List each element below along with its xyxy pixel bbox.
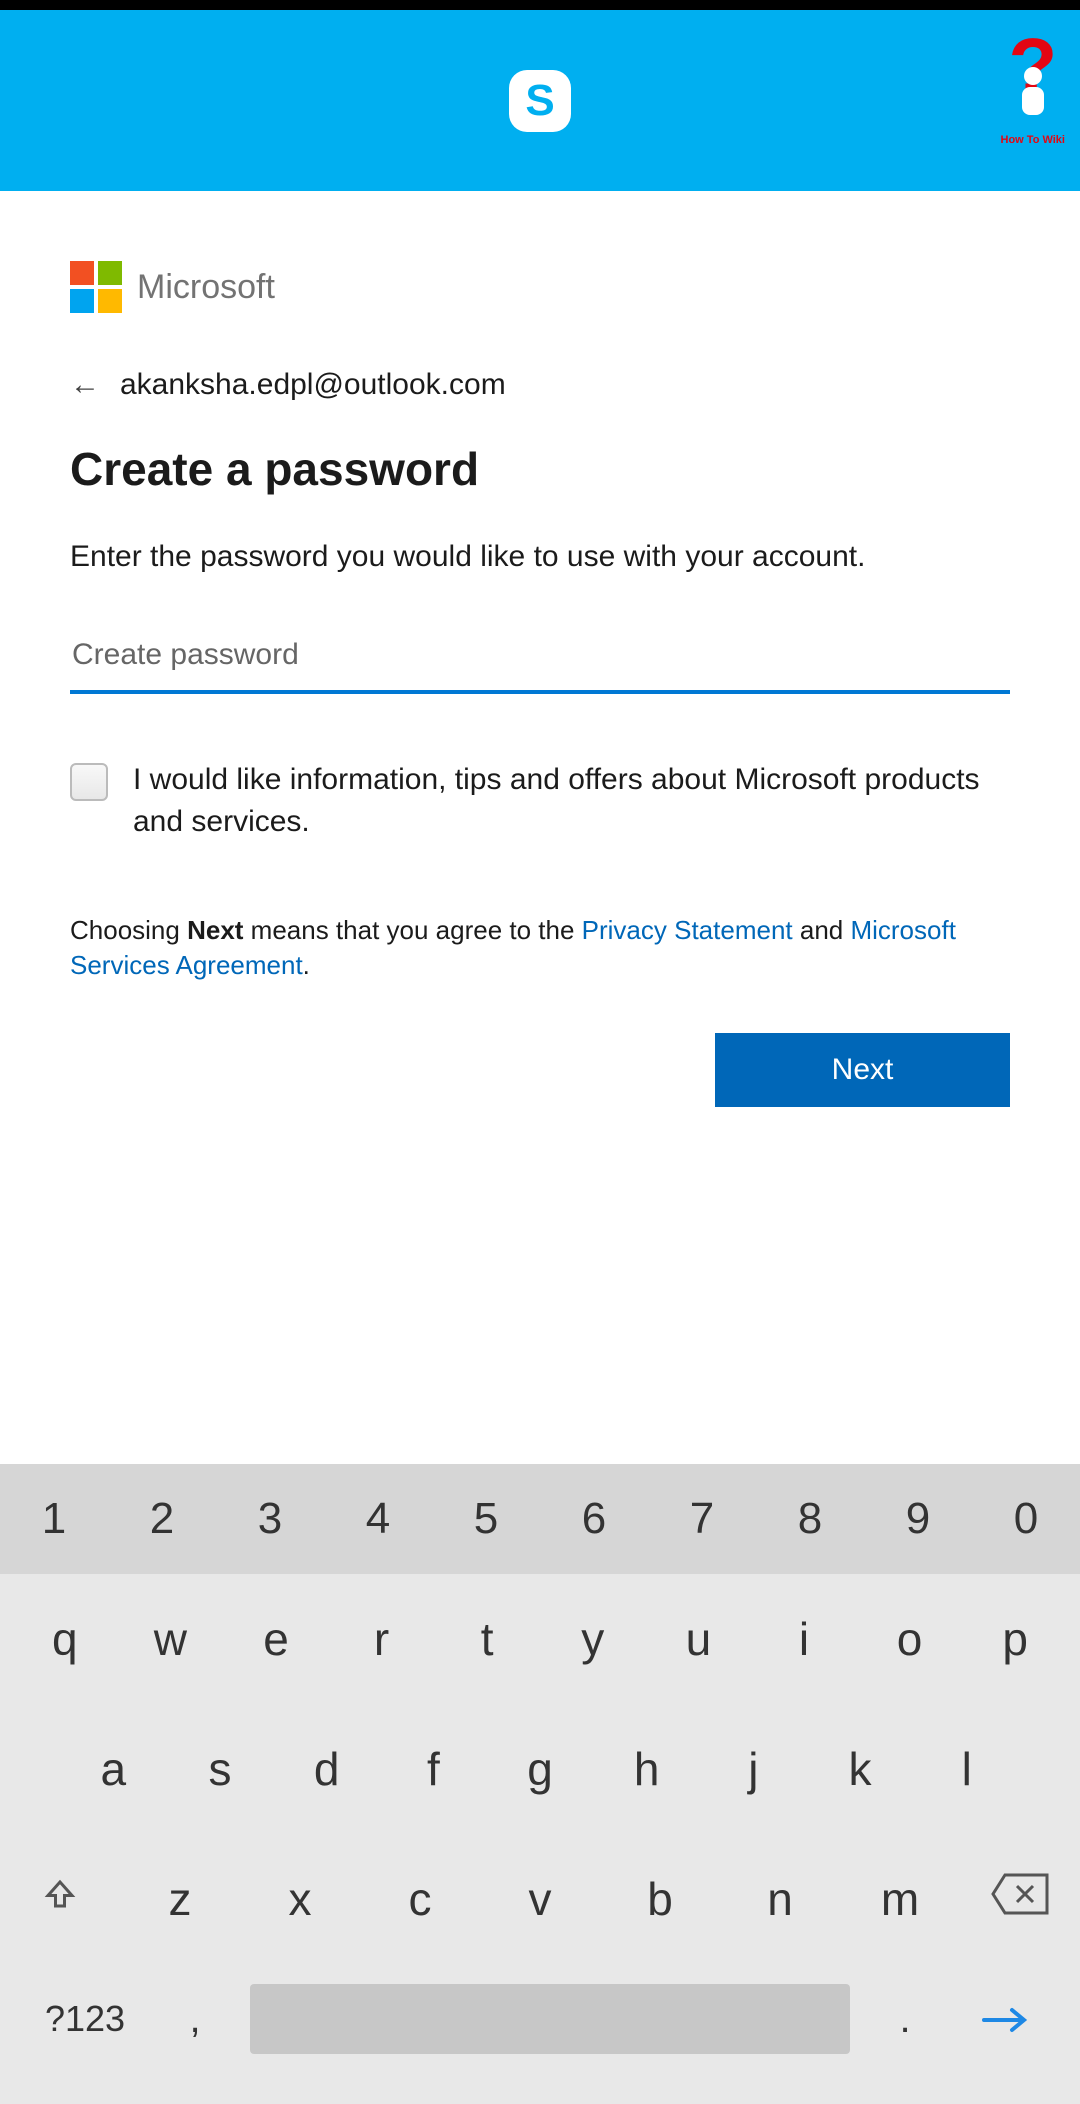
agreement-mid: means that you agree to the [243,915,581,945]
shift-key[interactable] [0,1876,120,1922]
skype-s-icon: S [525,76,554,126]
key-7[interactable]: 7 [648,1494,756,1544]
keyboard-row-asdf: a s d f g h j k l [0,1704,1080,1834]
key-q[interactable]: q [12,1612,118,1666]
key-y[interactable]: y [540,1612,646,1666]
next-button[interactable]: Next [715,1033,1010,1107]
agreement-suffix: . [303,950,310,980]
question-mark-icon: ? [1008,35,1057,99]
key-l[interactable]: l [913,1742,1020,1796]
marketing-checkbox[interactable] [70,763,108,801]
watermark-text: How To Wiki [1001,134,1065,146]
privacy-statement-link[interactable]: Privacy Statement [582,915,793,945]
agreement-text: Choosing Next means that you agree to th… [70,913,1010,983]
key-0[interactable]: 0 [972,1494,1080,1544]
instruction-text: Enter the password you would like to use… [70,536,1010,578]
main-content: Microsoft ← akanksha.edpl@outlook.com Cr… [0,191,1080,983]
key-m[interactable]: m [840,1872,960,1926]
key-4[interactable]: 4 [324,1494,432,1544]
keyboard-row-qwerty: q w e r t y u i o p [0,1574,1080,1704]
key-h[interactable]: h [593,1742,700,1796]
key-s[interactable]: s [167,1742,274,1796]
key-x[interactable]: x [240,1872,360,1926]
symbols-key[interactable]: ?123 [20,1998,150,2040]
key-t[interactable]: t [434,1612,540,1666]
backspace-key[interactable] [960,1873,1080,1925]
app-header: S ? How To Wiki [0,10,1080,191]
skype-logo: S [509,70,571,132]
agreement-prefix: Choosing [70,915,187,945]
soft-keyboard: 1 2 3 4 5 6 7 8 9 0 q w e r t y u i o p … [0,1464,1080,2104]
shift-up-icon [42,1876,78,1912]
key-n[interactable]: n [720,1872,840,1926]
key-6[interactable]: 6 [540,1494,648,1544]
arrow-right-icon [980,2005,1030,2035]
key-i[interactable]: i [751,1612,857,1666]
key-f[interactable]: f [380,1742,487,1796]
key-d[interactable]: d [273,1742,380,1796]
keyboard-number-row: 1 2 3 4 5 6 7 8 9 0 [0,1464,1080,1574]
marketing-optin-row: I would like information, tips and offer… [70,759,1010,843]
marketing-checkbox-label: I would like information, tips and offer… [133,759,1010,843]
key-8[interactable]: 8 [756,1494,864,1544]
key-b[interactable]: b [600,1872,720,1926]
person-figure-icon [1018,67,1048,117]
key-9[interactable]: 9 [864,1494,972,1544]
key-3[interactable]: 3 [216,1494,324,1544]
key-c[interactable]: c [360,1872,480,1926]
key-2[interactable]: 2 [108,1494,216,1544]
enter-key[interactable] [950,1992,1060,2046]
microsoft-logo-row: Microsoft [70,261,1010,313]
key-o[interactable]: o [857,1612,963,1666]
key-p[interactable]: p [962,1612,1068,1666]
password-input[interactable] [70,628,1010,694]
key-r[interactable]: r [329,1612,435,1666]
key-v[interactable]: v [480,1872,600,1926]
keyboard-bottom-row: ?123 , . [0,1964,1080,2074]
howtowiki-watermark: ? How To Wiki [1001,35,1065,146]
microsoft-label: Microsoft [137,268,275,307]
period-key[interactable]: . [860,1997,950,2042]
key-e[interactable]: e [223,1612,329,1666]
keyboard-row-zxcv: z x c v b n m [0,1834,1080,1964]
space-key[interactable] [250,1984,850,2054]
key-w[interactable]: w [118,1612,224,1666]
key-j[interactable]: j [700,1742,807,1796]
page-title: Create a password [70,442,1010,496]
key-g[interactable]: g [487,1742,594,1796]
backspace-icon [991,1873,1049,1915]
key-u[interactable]: u [646,1612,752,1666]
key-5[interactable]: 5 [432,1494,540,1544]
agreement-bold: Next [187,915,243,945]
comma-key[interactable]: , [150,1997,240,2042]
key-z[interactable]: z [120,1872,240,1926]
key-1[interactable]: 1 [0,1494,108,1544]
status-bar-black [0,0,1080,10]
account-email: akanksha.edpl@outlook.com [120,368,506,402]
key-k[interactable]: k [807,1742,914,1796]
microsoft-logo-icon [70,261,122,313]
back-arrow-icon[interactable]: ← [70,368,100,402]
key-a[interactable]: a [60,1742,167,1796]
email-row: ← akanksha.edpl@outlook.com [70,368,1010,402]
agreement-and: and [793,915,851,945]
